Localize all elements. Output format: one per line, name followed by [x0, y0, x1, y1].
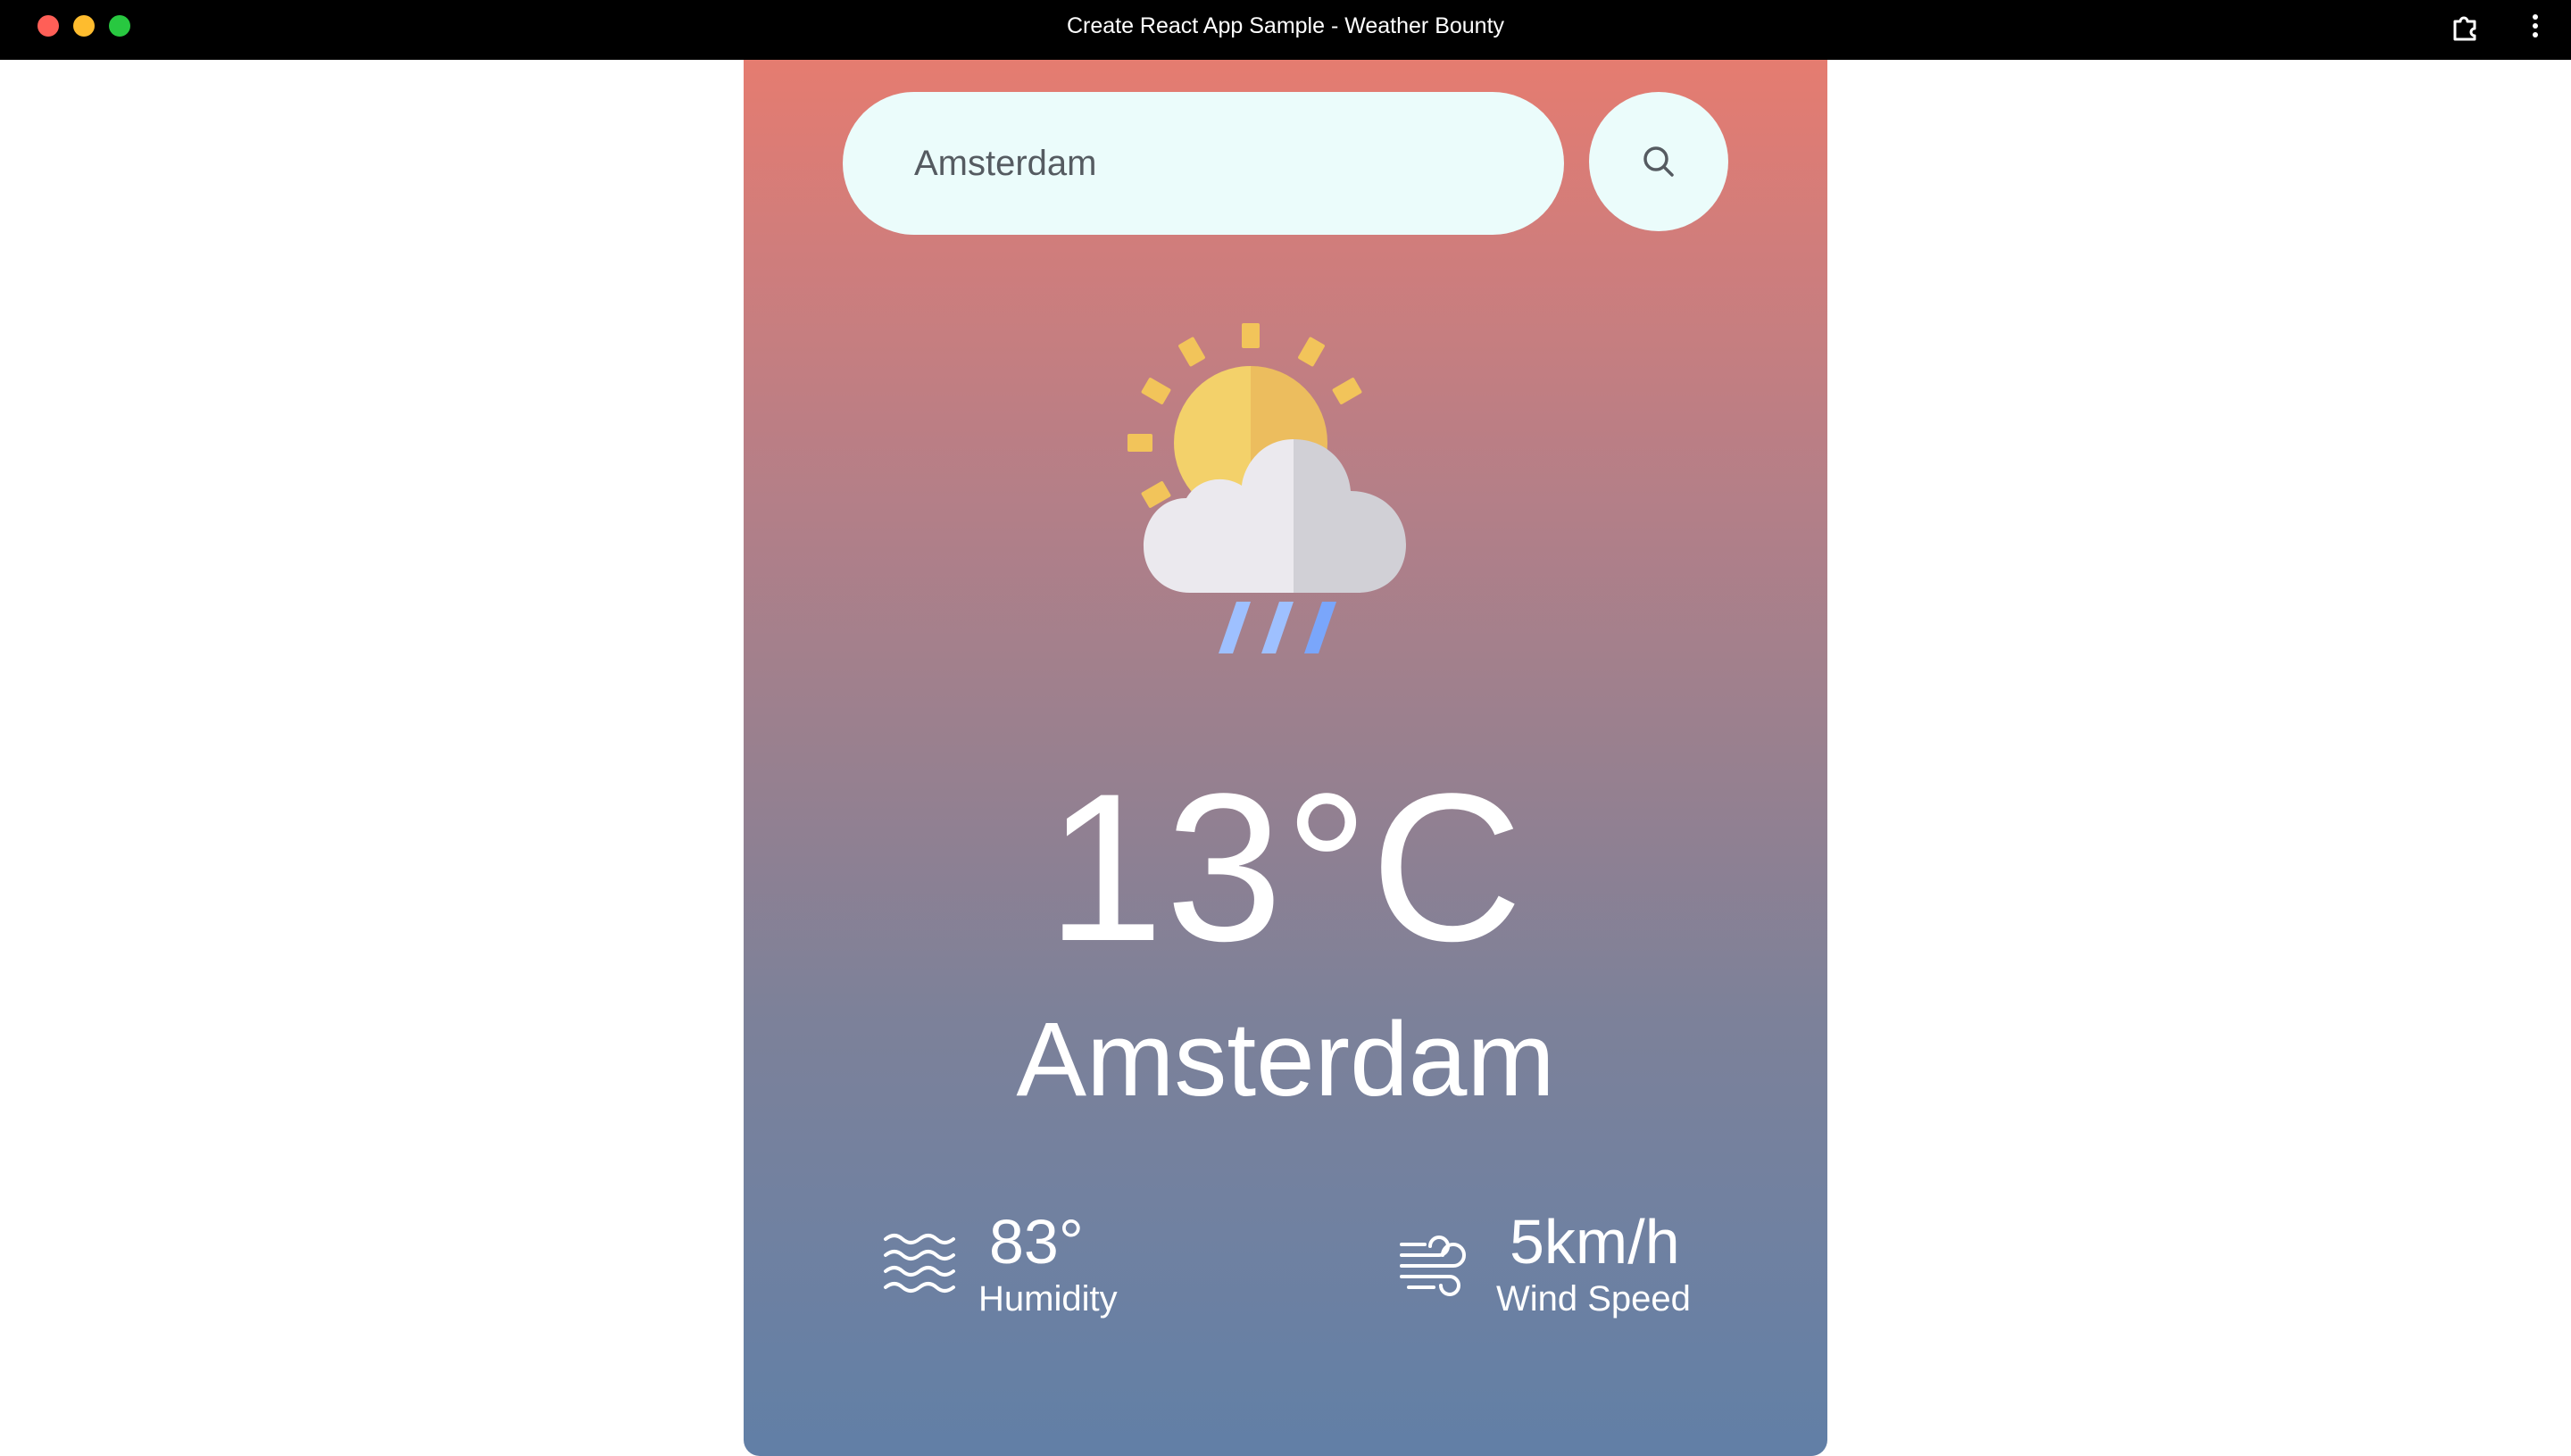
sun-cloud-rain-icon — [1127, 323, 1406, 653]
search-icon — [1643, 146, 1674, 177]
window-title: Create React App Sample - Weather Bounty — [1066, 13, 1505, 38]
city-name: Amsterdam — [1016, 1001, 1555, 1119]
humidity-waves-icon — [884, 1234, 955, 1293]
humidity-value: 83° — [989, 1207, 1084, 1277]
title-bar: Create React App Sample - Weather Bounty — [0, 0, 2571, 60]
search-button[interactable] — [1589, 92, 1728, 231]
extensions-icon[interactable] — [2450, 11, 2482, 43]
wind-icon — [1400, 1236, 1466, 1296]
city-search-input[interactable] — [914, 92, 1539, 235]
humidity-label: Humidity — [978, 1279, 1118, 1319]
temperature-display: 13°C — [1046, 750, 1525, 986]
wind-speed-value: 5km/h — [1510, 1207, 1680, 1277]
browser-window: Create React App Sample - Weather Bounty — [0, 0, 2571, 1456]
wind-speed-label: Wind Speed — [1496, 1279, 1691, 1319]
more-menu-icon[interactable] — [2526, 11, 2544, 43]
weather-card: 13°C Amsterdam 83° Humidity — [744, 60, 1827, 1456]
search-field — [843, 92, 1564, 235]
